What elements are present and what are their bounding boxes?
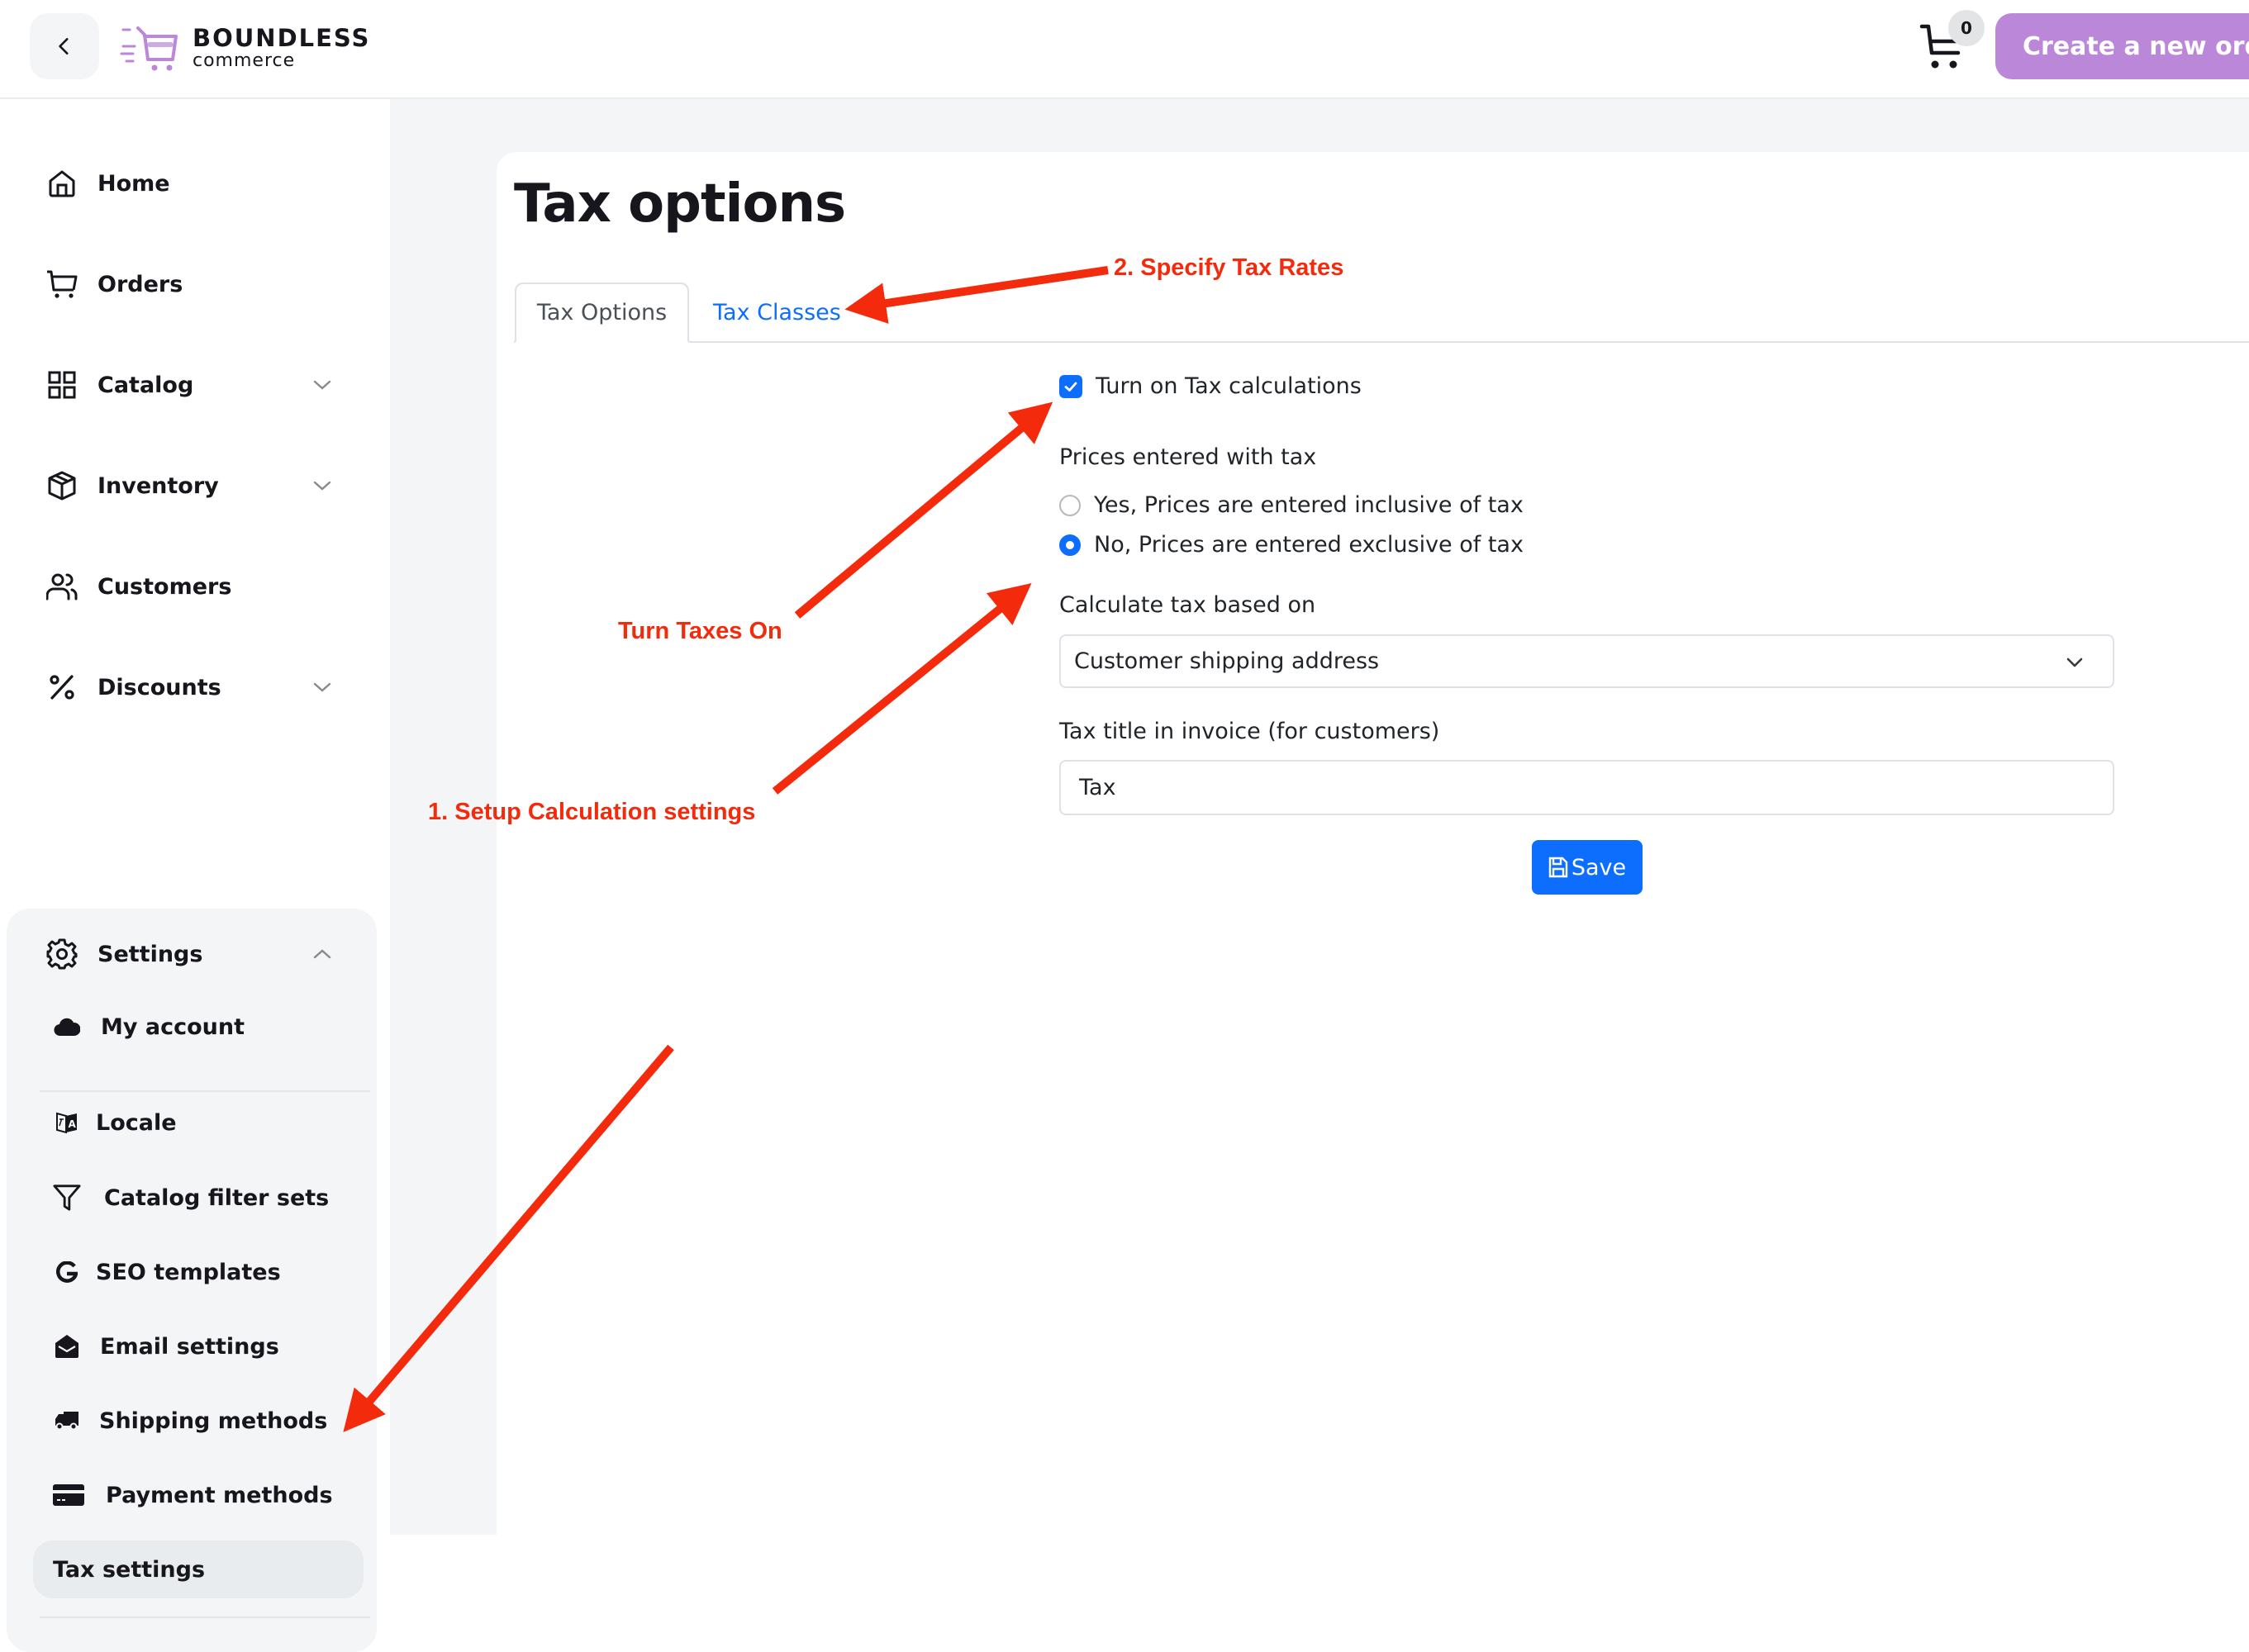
settings-item-tax-settings[interactable]: Tax settings [33,1540,364,1598]
calc-based-value: Customer shipping address [1074,648,1380,674]
chevron-down-icon [313,682,331,692]
users-icon [46,571,78,602]
save-label: Save [1571,854,1627,881]
radio-exclusive[interactable] [1059,534,1081,556]
settings-item-label: Catalog filter sets [104,1184,330,1211]
settings-divider [40,1090,370,1092]
settings-item-label: Shipping methods [99,1408,328,1434]
logo-title: BOUNDLESS [193,23,371,52]
top-header: BOUNDLESS commerce 0 Create a new order [0,0,2249,99]
settings-item-catalog-filter-sets[interactable]: Catalog filter sets [33,1169,364,1227]
tab-tax-classes[interactable]: Tax Classes [713,282,841,343]
sidebar-item-label: Home [97,170,170,197]
settings-item-label: SEO templates [96,1259,281,1285]
sidebar-item-customers[interactable]: Customers [0,558,390,615]
settings-item-shipping-methods[interactable]: Shipping methods [33,1392,364,1450]
floppy-disk-icon [1548,857,1568,878]
cloud-icon [53,1013,81,1041]
credit-card-icon [53,1481,84,1509]
create-new-order-button[interactable]: Create a new order [1995,13,2249,79]
turn-on-tax-label: Turn on Tax calculations [1096,373,1362,399]
sidebar-item-inventory[interactable]: Inventory [0,457,390,515]
save-button[interactable]: Save [1532,840,1643,895]
settings-item-label: Email settings [100,1333,279,1360]
chevron-down-icon [2066,657,2083,667]
sidebar-item-settings[interactable]: Settings [0,925,390,983]
logo-cart-icon [120,26,178,71]
calc-based-select[interactable]: Customer shipping address [1059,634,2114,688]
google-icon [53,1258,81,1286]
turn-on-tax-checkbox[interactable] [1059,374,1082,398]
radio-inclusive-row[interactable]: Yes, Prices are entered inclusive of tax [1059,492,1524,518]
settings-item-locale[interactable]: A Locale [33,1094,364,1151]
sidebar-item-label: Orders [97,271,183,297]
tax-title-input[interactable] [1059,760,2114,815]
home-icon [46,168,78,199]
settings-group: Settings My account A Locale Catalog fil… [7,909,377,1652]
gear-icon [46,938,78,970]
chevron-down-icon [313,380,331,390]
calc-based-label: Calculate tax based on [1059,592,1316,618]
radio-inclusive-label: Yes, Prices are entered inclusive of tax [1094,492,1524,518]
chevron-down-icon [313,481,331,491]
settings-item-seo-templates[interactable]: SEO templates [33,1243,364,1301]
radio-exclusive-row[interactable]: No, Prices are entered exclusive of tax [1059,532,1524,558]
box-icon [46,470,78,501]
annotation-turn-taxes-on: Turn Taxes On [618,618,782,644]
chevron-left-icon [59,38,69,55]
settings-item-label: Payment methods [106,1482,333,1508]
translate-icon: A [53,1108,81,1137]
logo-subtitle: commerce [193,50,296,71]
settings-item-label: Locale [96,1109,177,1136]
sidebar-item-catalog[interactable]: Catalog [0,356,390,414]
cart-icon [46,268,78,300]
sidebar: Home Orders Catalog Inventory Customers … [0,99,390,1652]
tax-title-label: Tax title in invoice (for customers) [1059,719,1440,744]
settings-item-email-settings[interactable]: Email settings [33,1317,364,1375]
settings-item-payment-methods[interactable]: Payment methods [33,1466,364,1524]
sidebar-item-label: Customers [97,573,232,600]
annotation-specify-tax-rates: 2. Specify Tax Rates [1114,254,1344,281]
cart-count-badge: 0 [1948,10,1985,46]
sidebar-item-label: Settings [97,941,203,967]
sidebar-item-orders[interactable]: Orders [0,255,390,313]
percent-icon [46,672,78,703]
sidebar-item-label: Inventory [97,472,219,499]
sidebar-item-discounts[interactable]: Discounts [0,658,390,716]
checkmark-icon [1064,382,1077,392]
radio-exclusive-label: No, Prices are entered exclusive of tax [1094,532,1524,558]
settings-item-my-account[interactable]: My account [33,998,364,1056]
prices-entered-label: Prices entered with tax [1059,444,1317,470]
page-title: Tax options [514,173,846,235]
content-card [497,152,2249,1556]
annotation-setup-calculation: 1. Setup Calculation settings [428,799,756,825]
sidebar-item-label: Discounts [97,674,221,700]
truck-icon [53,1407,81,1435]
tab-tax-options[interactable]: Tax Options [515,282,689,343]
chevron-up-icon [313,949,331,959]
settings-divider [40,1616,370,1618]
envelope-open-icon [53,1332,81,1360]
filter-icon [53,1184,81,1212]
turn-on-tax-checkbox-row[interactable]: Turn on Tax calculations [1059,373,1362,399]
radio-inclusive[interactable] [1059,494,1081,516]
sidebar-item-label: Catalog [97,372,194,398]
settings-item-label: Tax settings [53,1556,206,1583]
back-button[interactable] [30,13,99,79]
settings-item-label: My account [101,1014,245,1040]
sidebar-item-home[interactable]: Home [0,154,390,212]
svg-text:A: A [69,1118,77,1130]
logo[interactable]: BOUNDLESS commerce [120,23,370,73]
grid-icon [46,369,78,401]
